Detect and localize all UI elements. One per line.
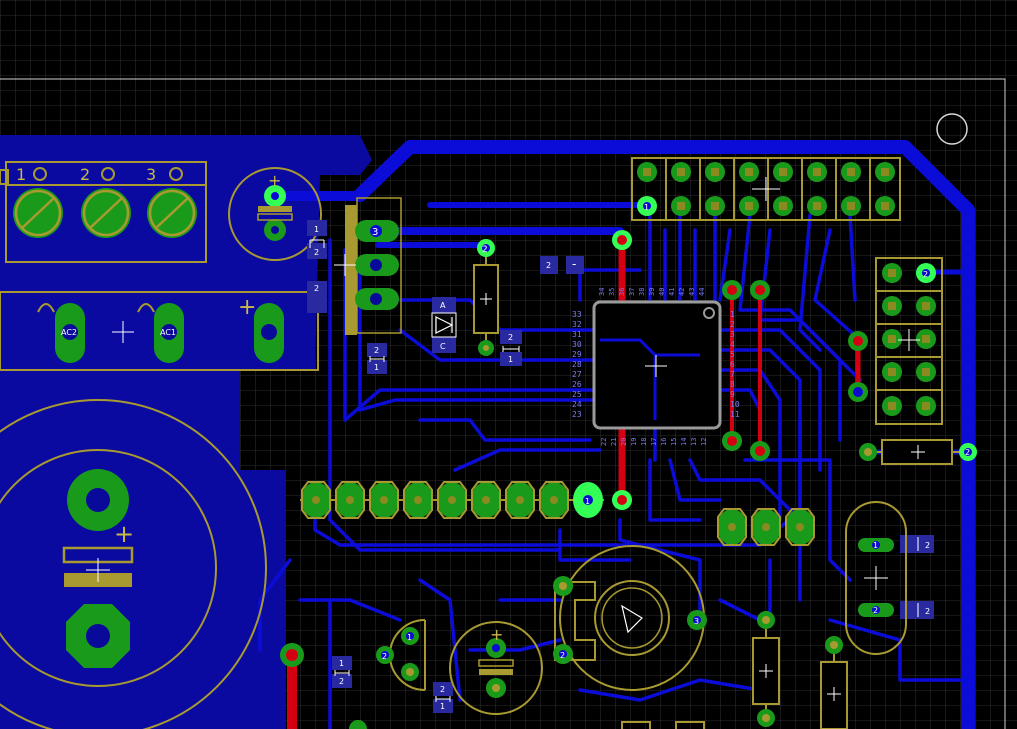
led-anode: A: [440, 301, 446, 310]
svg-text:35: 35: [608, 288, 616, 296]
svg-text:41: 41: [668, 288, 676, 296]
pot-pin-3: 3: [694, 617, 699, 626]
svg-text:43: 43: [688, 288, 696, 296]
pin-header-1x3[interactable]: [717, 508, 815, 546]
vreg-pin-3: 3: [372, 227, 378, 238]
svg-text:27: 27: [572, 370, 582, 379]
microcontroller-tqfp44[interactable]: 33 32 31 30 29 28 27 26 25 24 23 1 2 3 4…: [572, 288, 740, 446]
svg-text:2: 2: [730, 320, 735, 329]
svg-text:44: 44: [698, 288, 706, 296]
ic-pin-labels-bottom: 22 21 20 19 18 17 16 15 14 13 12: [600, 438, 708, 446]
svg-text:1: 1: [730, 310, 735, 319]
header-pin-1: 1: [644, 203, 649, 212]
pin-header-1x9[interactable]: 1: [300, 481, 604, 519]
svg-text:3: 3: [730, 330, 735, 339]
svg-text:36: 36: [618, 288, 626, 296]
svg-text:40: 40: [658, 288, 666, 296]
svg-text:29: 29: [572, 350, 582, 359]
svg-text:31: 31: [572, 330, 582, 339]
smd-pin-1f: 1: [339, 659, 344, 668]
svg-text:33: 33: [572, 310, 582, 319]
cap-bottom-plus: +: [490, 625, 503, 644]
terminal-pads[interactable]: [13, 188, 197, 238]
svg-text:19: 19: [630, 438, 638, 446]
svg-text:22: 22: [600, 438, 608, 446]
svg-text:18: 18: [640, 438, 648, 446]
header3-pin-1: 1: [585, 497, 590, 506]
svg-text:12: 12: [700, 438, 708, 446]
smd-pin-1a: 1: [314, 225, 319, 234]
svg-text:30: 30: [572, 340, 582, 349]
smd-pin-2e: 2: [546, 261, 551, 270]
smd-pin-2a: 2: [314, 248, 319, 257]
smd-pin-2h: 2: [925, 541, 930, 550]
svg-text:32: 32: [572, 320, 582, 329]
svg-text:28: 28: [572, 360, 582, 369]
svg-text:25: 25: [572, 390, 582, 399]
svg-text:10: 10: [730, 400, 740, 409]
cap-large-plus: +: [114, 520, 134, 548]
smd-pin-1g: 1: [440, 702, 445, 711]
terminal-label-1: 1: [16, 165, 26, 184]
svg-text:20: 20: [620, 438, 628, 446]
svg-text:8: 8: [730, 380, 735, 389]
smd-pin-2g: 2: [440, 685, 445, 694]
svg-text:7: 7: [730, 370, 735, 379]
svg-text:42: 42: [678, 288, 686, 296]
r2-pin-2: 2: [965, 448, 970, 457]
smd-minus: -: [572, 257, 576, 271]
rectifier-plus: +: [238, 295, 256, 320]
smd-pin-2i: 2: [925, 607, 930, 616]
svg-text:14: 14: [680, 438, 688, 446]
svg-text:39: 39: [648, 288, 656, 296]
pot-pin-2: 2: [560, 651, 565, 660]
xtal-pin-2: 2: [873, 606, 878, 615]
header2-pin-2: 2: [923, 270, 928, 279]
smd-pin-2d: 2: [508, 333, 513, 342]
pcb-layout-canvas[interactable]: 1 2 3 AC2 AC1 + + + 3 1 2 2 2 1 2 1 2 - …: [0, 0, 1017, 729]
svg-text:4: 4: [730, 340, 735, 349]
terminal-label-2: 2: [80, 165, 90, 184]
svg-text:11: 11: [730, 410, 740, 419]
svg-text:38: 38: [638, 288, 646, 296]
pad-label-ac2: AC2: [61, 328, 77, 337]
ic-pin-labels-left: 33 32 31 30 29 28 27 26 25 24 23: [572, 310, 582, 419]
smd-pin-2c: 2: [374, 346, 379, 355]
svg-text:37: 37: [628, 288, 636, 296]
svg-text:17: 17: [650, 438, 658, 446]
svg-text:6: 6: [730, 360, 735, 369]
transistor-pin-2: 2: [382, 652, 387, 661]
svg-text:26: 26: [572, 380, 582, 389]
r1-pin-2: 2: [482, 245, 488, 255]
smd-pin-2b: 2: [314, 284, 319, 293]
led-cathode: C: [440, 342, 446, 351]
smd-pin-1d: 1: [508, 355, 513, 364]
xtal-pin-1: 1: [873, 541, 878, 550]
svg-text:9: 9: [730, 390, 735, 399]
svg-text:15: 15: [670, 438, 678, 446]
svg-text:13: 13: [690, 438, 698, 446]
svg-text:24: 24: [572, 400, 582, 409]
svg-text:5: 5: [730, 350, 735, 359]
smd-pin-2f: 2: [339, 677, 344, 686]
svg-text:23: 23: [572, 410, 582, 419]
svg-text:21: 21: [610, 438, 618, 446]
ic-pin-labels-top: 34 35 36 37 38 39 40 41 42 43 44: [598, 288, 706, 296]
smd-pin-1c: 1: [374, 363, 379, 372]
svg-text:16: 16: [660, 438, 668, 446]
svg-text:34: 34: [598, 288, 606, 296]
transistor-pin-1: 1: [407, 633, 412, 642]
terminal-label-3: 3: [146, 165, 156, 184]
pad-label-ac1: AC1: [160, 328, 176, 337]
cap-top-plus: +: [268, 171, 281, 190]
